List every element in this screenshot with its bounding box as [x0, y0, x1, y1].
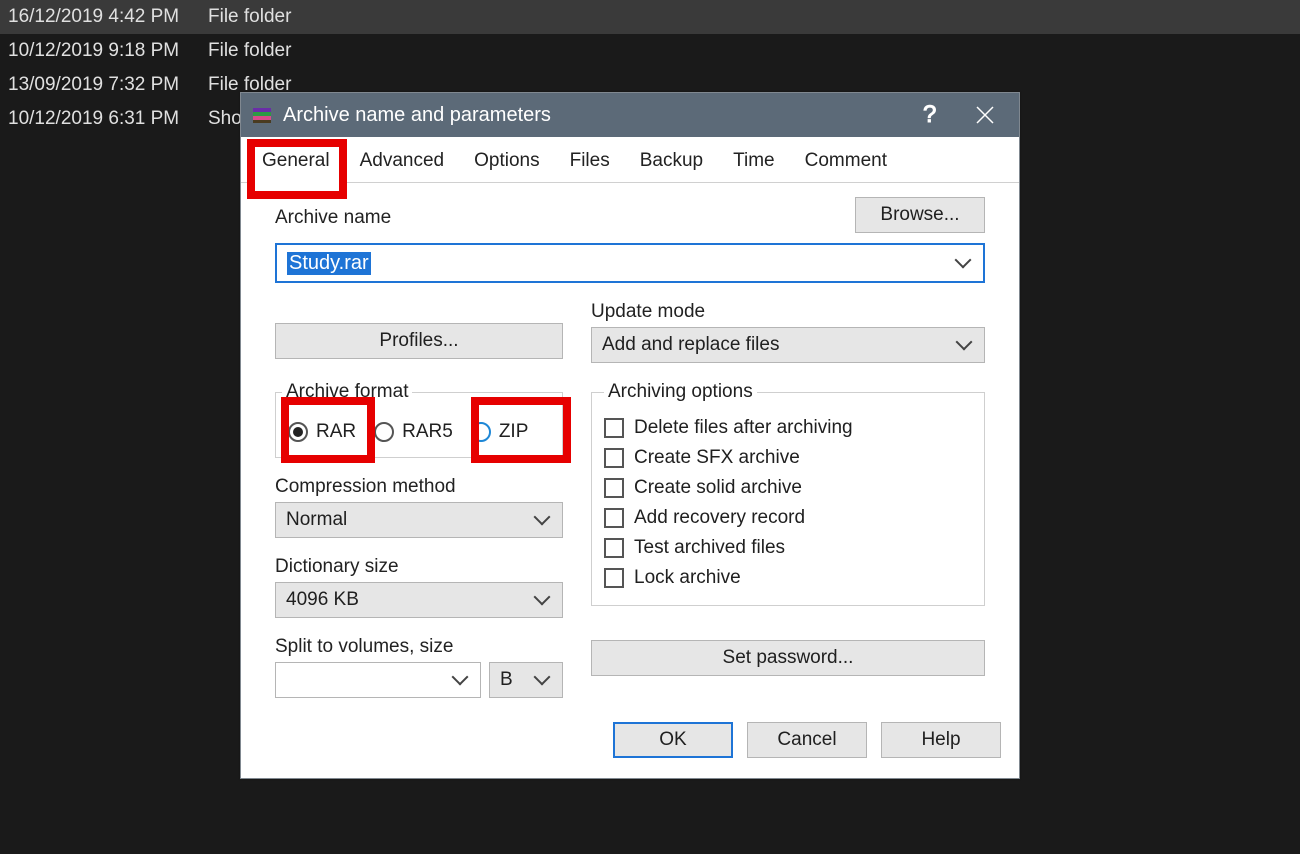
- svg-text:?: ?: [923, 102, 936, 128]
- checkbox-icon: [604, 418, 624, 438]
- compression-method-select[interactable]: Normal: [275, 502, 563, 538]
- format-rar5-radio[interactable]: RAR5: [368, 417, 459, 447]
- archive-format-group: Archive format RAR RAR5 ZIP: [275, 381, 563, 458]
- opt-label: Test archived files: [634, 537, 785, 559]
- tab-comment[interactable]: Comment: [790, 141, 902, 183]
- split-unit-select[interactable]: B: [489, 662, 563, 698]
- tab-advanced[interactable]: Advanced: [345, 141, 460, 183]
- dictionary-size-select[interactable]: 4096 KB: [275, 582, 563, 618]
- tabs: General Advanced Options Files Backup Ti…: [241, 137, 1019, 183]
- explorer-row[interactable]: 16/12/2019 4:42 PM File folder: [0, 0, 1300, 34]
- row-date: 10/12/2019 9:18 PM: [8, 40, 208, 62]
- format-rar-radio[interactable]: RAR: [282, 417, 362, 447]
- dictionary-size-value: 4096 KB: [286, 589, 359, 611]
- winrar-icon: [251, 104, 273, 126]
- opt-label: Delete files after archiving: [634, 417, 853, 439]
- row-type: File folder: [208, 6, 291, 28]
- opt-label: Create solid archive: [634, 477, 802, 499]
- opt-label: Lock archive: [634, 567, 741, 589]
- archive-dialog: Archive name and parameters ? General Ad…: [240, 92, 1020, 779]
- help-button[interactable]: Help: [881, 722, 1001, 758]
- radio-icon: [288, 422, 308, 442]
- archive-format-label: Archive format: [282, 381, 412, 403]
- dictionary-size-label: Dictionary size: [275, 556, 563, 578]
- row-type: File folder: [208, 40, 291, 62]
- opt-lock-archive[interactable]: Lock archive: [604, 563, 972, 593]
- radio-icon: [374, 422, 394, 442]
- update-mode-select[interactable]: Add and replace files: [591, 327, 985, 363]
- tab-options[interactable]: Options: [459, 141, 554, 183]
- format-rar5-label: RAR5: [402, 421, 453, 443]
- tab-time[interactable]: Time: [718, 141, 790, 183]
- ok-button[interactable]: OK: [613, 722, 733, 758]
- profiles-button[interactable]: Profiles...: [275, 323, 563, 359]
- opt-test-archived[interactable]: Test archived files: [604, 533, 972, 563]
- format-rar-label: RAR: [316, 421, 356, 443]
- format-zip-radio[interactable]: ZIP: [465, 417, 535, 447]
- set-password-button[interactable]: Set password...: [591, 640, 985, 676]
- opt-delete-files[interactable]: Delete files after archiving: [604, 413, 972, 443]
- checkbox-icon: [604, 448, 624, 468]
- tab-backup[interactable]: Backup: [625, 141, 718, 183]
- format-zip-label: ZIP: [499, 421, 529, 443]
- compression-method-value: Normal: [286, 509, 347, 531]
- cancel-button[interactable]: Cancel: [747, 722, 867, 758]
- archive-name-value: Study.rar: [287, 252, 371, 275]
- archiving-options-label: Archiving options: [604, 381, 757, 403]
- titlebar[interactable]: Archive name and parameters ?: [241, 93, 1019, 137]
- opt-create-solid[interactable]: Create solid archive: [604, 473, 972, 503]
- archive-name-input[interactable]: Study.rar: [275, 243, 985, 283]
- archive-name-label: Archive name: [275, 207, 837, 229]
- dialog-buttons: OK Cancel Help: [241, 708, 1019, 778]
- tab-general[interactable]: General: [247, 141, 345, 183]
- row-date: 16/12/2019 4:42 PM: [8, 6, 208, 28]
- opt-create-sfx[interactable]: Create SFX archive: [604, 443, 972, 473]
- update-mode-value: Add and replace files: [602, 334, 779, 356]
- update-mode-label: Update mode: [591, 301, 985, 323]
- close-button[interactable]: [957, 93, 1013, 137]
- archiving-options-group: Archiving options Delete files after arc…: [591, 381, 985, 606]
- radio-icon: [471, 422, 491, 442]
- help-button[interactable]: ?: [901, 93, 957, 137]
- row-type: Sho: [208, 108, 242, 130]
- dialog-title: Archive name and parameters: [283, 104, 901, 127]
- compression-method-label: Compression method: [275, 476, 563, 498]
- browse-button[interactable]: Browse...: [855, 197, 985, 233]
- split-size-input[interactable]: [275, 662, 481, 698]
- checkbox-icon: [604, 508, 624, 528]
- dialog-body: Archive name Browse... Study.rar Profile…: [241, 183, 1019, 708]
- row-date: 10/12/2019 6:31 PM: [8, 108, 208, 130]
- checkbox-icon: [604, 478, 624, 498]
- opt-recovery-record[interactable]: Add recovery record: [604, 503, 972, 533]
- row-date: 13/09/2019 7:32 PM: [8, 74, 208, 96]
- opt-label: Create SFX archive: [634, 447, 800, 469]
- checkbox-icon: [604, 568, 624, 588]
- split-unit-value: B: [500, 669, 513, 691]
- checkbox-icon: [604, 538, 624, 558]
- opt-label: Add recovery record: [634, 507, 805, 529]
- tab-files[interactable]: Files: [555, 141, 625, 183]
- explorer-row[interactable]: 10/12/2019 9:18 PM File folder: [0, 34, 1300, 68]
- split-volumes-label: Split to volumes, size: [275, 636, 563, 658]
